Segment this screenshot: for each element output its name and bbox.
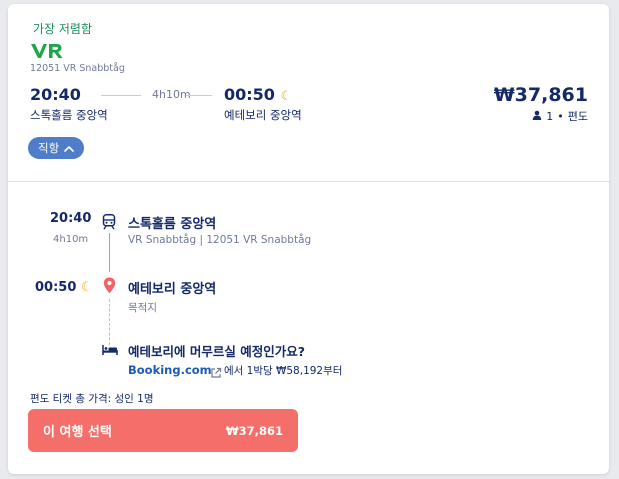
direct-toggle-button[interactable]: 직항	[28, 137, 85, 159]
passenger-info: 1 • 편도	[532, 108, 588, 124]
detail-departure-time: 20:40	[50, 211, 92, 226]
duration-line-left	[101, 95, 141, 96]
train-id: 12051 VR Snabbtåg	[30, 63, 125, 74]
moon-icon: ☾	[80, 280, 93, 295]
detail-train-info: VR Snabbtåg | 12051 VR Snabbtåg	[128, 234, 312, 246]
detail-arrival-time: 00:50 ☾	[35, 280, 93, 295]
chevron-up-icon	[64, 141, 74, 155]
departure-station: 스톡홀름 중앙역	[30, 108, 108, 122]
moon-icon: ☾	[280, 89, 293, 104]
detail-departure-station: 스톡홀름 중앙역	[128, 217, 217, 232]
route-line	[109, 233, 110, 272]
duration: 4h10m	[152, 88, 191, 101]
person-icon	[532, 110, 542, 123]
duration-line-right	[186, 95, 212, 96]
select-trip-label: 이 여행 선택	[43, 425, 112, 440]
trip-result-card: 가장 저렴함 12051 VR Snabbtåg 20:40 4h10m 00:…	[8, 4, 609, 474]
hotel-offer: 에서 1박당 ₩58,192부터	[224, 365, 343, 377]
external-link-icon[interactable]	[210, 364, 222, 383]
vr-logo-icon	[30, 42, 66, 64]
price: ₩37,861	[493, 84, 588, 106]
detail-duration: 4h10m	[53, 234, 89, 245]
detail-arrival-station: 예테보리 중앙역	[128, 282, 217, 297]
hotel-question: 예테보리에 머무르실 예정인가요?	[128, 344, 305, 359]
destination-label: 목적지	[128, 302, 157, 314]
ticket-type: 편도	[567, 110, 588, 123]
arrival-time-text: 00:50	[224, 85, 275, 104]
train-icon	[102, 214, 116, 234]
bed-icon	[102, 341, 118, 360]
cheapest-badge: 가장 저렴함	[33, 22, 93, 36]
departure-time: 20:40	[30, 85, 81, 104]
select-trip-button[interactable]: 이 여행 선택 ₩37,861	[28, 409, 298, 452]
separator-dot: •	[557, 109, 564, 123]
arrival-station: 예테보리 중앙역	[224, 108, 302, 122]
arrival-time: 00:50 ☾	[224, 85, 292, 104]
location-pin-icon	[103, 277, 116, 298]
direct-label: 직항	[38, 141, 60, 155]
route-dashed-line	[109, 299, 110, 345]
detail-arrival-time-text: 00:50	[35, 280, 77, 295]
section-divider	[8, 181, 609, 182]
booking-link[interactable]: Booking.com	[128, 363, 212, 377]
total-price-label: 편도 티켓 총 가격: 성인 1명	[30, 393, 154, 405]
select-trip-price: ₩37,861	[225, 423, 283, 438]
passenger-count: 1	[546, 109, 554, 123]
